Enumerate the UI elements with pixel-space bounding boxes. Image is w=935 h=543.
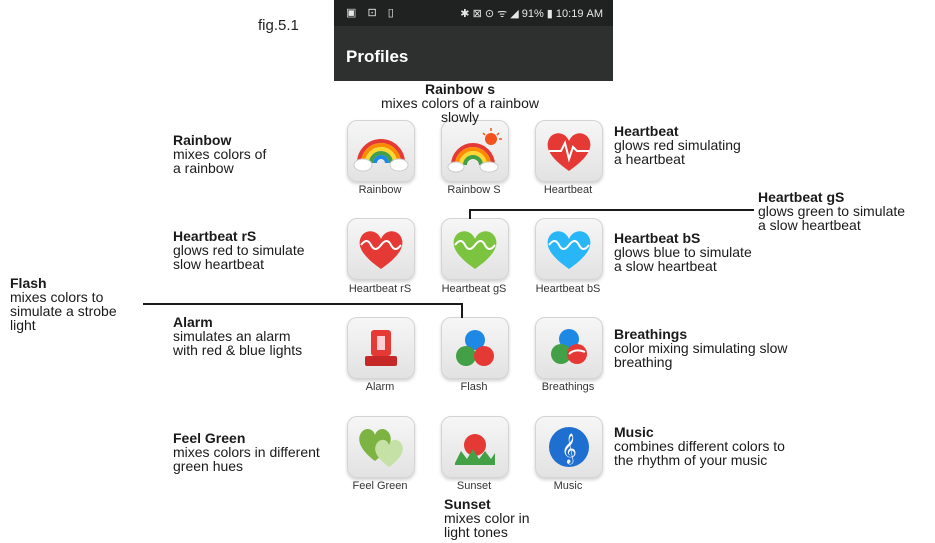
annotation-desc: color mixing simulating slow breathing [614, 340, 788, 370]
heart-red-wave-icon [359, 231, 403, 269]
annotation-heartbeat-gs: Heartbeat gS glows green to simulate a s… [758, 190, 933, 232]
annotation-title: Heartbeat bS [614, 230, 701, 246]
profile-tile-music[interactable]: 𝄞 [535, 416, 603, 478]
status-bar: ▣ ⊡ ▯ ✱ ⊠ ⊙ ᯤ ◢ 91% ▮ 10:19 AM [334, 0, 613, 26]
profile-tile-heartbeat-bs[interactable] [535, 218, 603, 280]
annotation-flash: Flash mixes colors to simulate a strobe … [10, 276, 145, 332]
annotation-desc: mixes colors of a rainbow slowly [381, 95, 539, 125]
rainbow-sun-icon [447, 128, 502, 173]
profile-label-music: Music [553, 480, 583, 492]
annotation-desc: glows red simulating a heartbeat [614, 137, 741, 167]
annotation-desc: mixes color in light tones [444, 510, 530, 540]
annotation-feel-green: Feel Green mixes colors in different gre… [173, 431, 353, 473]
phone-app-header: ▣ ⊡ ▯ ✱ ⊠ ⊙ ᯤ ◢ 91% ▮ 10:19 AM Profiles [334, 0, 613, 81]
annotation-sunset: Sunset mixes color in light tones [444, 497, 574, 539]
status-system-info: ✱ ⊠ ⊙ ᯤ ◢ 91% ▮ 10:19 AM [460, 8, 603, 20]
annotation-heartbeat-bs: Heartbeat bS glows blue to simulate a sl… [614, 231, 794, 273]
annotation-desc: glows blue to simulate a slow heartbeat [614, 244, 752, 274]
annotation-desc: glows green to simulate a slow heartbeat [758, 203, 906, 233]
annotation-music: Music combines different colors to the r… [614, 425, 834, 467]
profile-tile-heartbeat[interactable] [535, 120, 603, 182]
rainbow-icon [353, 139, 409, 172]
heart-green-wave-icon [453, 231, 497, 269]
leader-line-heartbeat-gs-vertical [469, 209, 471, 219]
green-hearts-icon [359, 429, 403, 467]
color-circles-icon [456, 330, 494, 366]
annotation-desc: mixes colors to simulate a strobe light [10, 289, 117, 333]
alarm-light-icon [365, 330, 397, 366]
profile-tile-heartbeat-gs[interactable] [441, 218, 509, 280]
svg-text:𝄞: 𝄞 [561, 433, 576, 465]
profile-label-heartbeat-bs: Heartbeat bS [535, 283, 601, 295]
annotation-title: Heartbeat [614, 123, 679, 139]
profile-tile-feel-green[interactable] [347, 416, 415, 478]
profile-tile-rainbow-s[interactable] [441, 120, 509, 182]
annotation-rainbow: Rainbow mixes colors of a rainbow [173, 133, 333, 175]
annotation-desc: mixes colors in different green hues [173, 444, 320, 474]
annotation-title: Music [614, 424, 654, 440]
annotation-title: Flash [10, 275, 47, 291]
annotation-desc: combines different colors to the rhythm … [614, 438, 785, 468]
breathing-circles-icon [551, 329, 587, 364]
annotation-title: Rainbow [173, 132, 232, 148]
annotation-rainbow-s: Rainbow s mixes colors of a rainbow slow… [350, 82, 570, 124]
profile-tile-flash[interactable] [441, 317, 509, 379]
annotation-desc: glows red to simulate slow heartbeat [173, 242, 305, 272]
heart-blue-wave-icon [547, 231, 591, 269]
sunset-icon [455, 434, 495, 465]
annotation-title: Sunset [444, 496, 491, 512]
annotation-title: Feel Green [173, 430, 246, 446]
profile-label-breathings: Breathings [541, 381, 595, 393]
screen-title: Profiles [346, 47, 409, 66]
annotation-desc: simulates an alarm with red & blue light… [173, 328, 303, 358]
annotation-title: Heartbeat rS [173, 228, 257, 244]
annotation-heartbeat: Heartbeat glows red simulating a heartbe… [614, 124, 814, 166]
leader-line-flash-vertical [461, 303, 463, 318]
leader-line-flash-horizontal [143, 303, 463, 305]
annotation-heartbeat-rs: Heartbeat rS glows red to simulate slow … [173, 229, 343, 271]
profile-tile-sunset[interactable] [441, 416, 509, 478]
profile-tile-alarm[interactable] [347, 317, 415, 379]
heart-pulse-red-icon [547, 133, 591, 171]
profile-tile-heartbeat-rs[interactable] [347, 218, 415, 280]
figure-label: fig.5.1 [258, 17, 299, 34]
annotation-title: Alarm [173, 314, 213, 330]
annotation-desc: mixes colors of a rainbow [173, 146, 267, 176]
leader-line-heartbeat-gs-horizontal [469, 209, 754, 211]
annotation-title: Rainbow s [424, 81, 495, 97]
annotation-alarm: Alarm simulates an alarm with red & blue… [173, 315, 343, 357]
status-notification-icons: ▣ ⊡ ▯ [346, 7, 398, 19]
music-note-icon: 𝄞 [549, 427, 589, 467]
profile-tile-rainbow[interactable] [347, 120, 415, 182]
annotation-breathings: Breathings color mixing simulating slow … [614, 327, 834, 369]
profile-tile-breathings[interactable] [535, 317, 603, 379]
profile-label-heartbeat: Heartbeat [543, 184, 593, 196]
annotation-title: Breathings [614, 326, 688, 342]
annotation-title: Heartbeat gS [758, 189, 845, 205]
